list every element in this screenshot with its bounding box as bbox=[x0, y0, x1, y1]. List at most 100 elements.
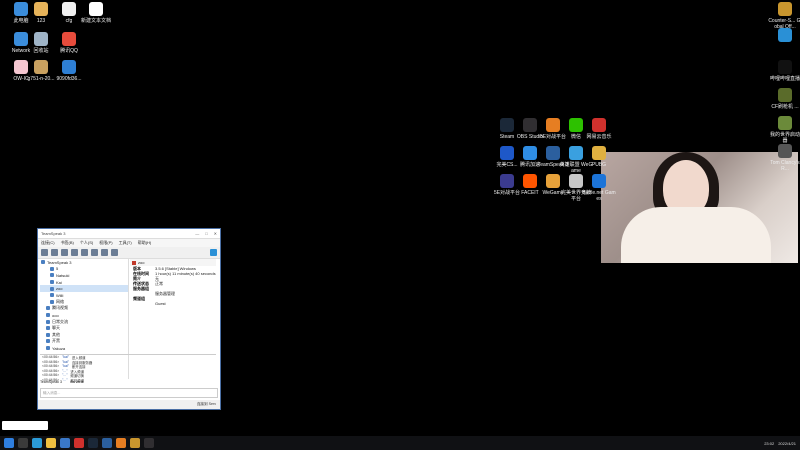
desktop-grid-icon-3-icon bbox=[569, 118, 583, 132]
desktop-grid-icon-1-icon bbox=[523, 118, 537, 132]
desktop-right-icon-3-label: CF刷枪机 ... bbox=[771, 104, 799, 110]
channel-item[interactable]: Natsuki bbox=[40, 272, 128, 279]
connect-icon[interactable] bbox=[41, 249, 48, 256]
channel-item[interactable]: Yakuza bbox=[40, 345, 128, 352]
desktop-grid-icon-4-label: 网易云音乐 bbox=[586, 134, 612, 140]
menu-item-1[interactable]: 书签(B) bbox=[61, 240, 74, 246]
channel-icon bbox=[46, 326, 50, 331]
info-key bbox=[133, 301, 151, 306]
channel-item[interactable]: zoo bbox=[40, 285, 128, 292]
channel-icon bbox=[50, 293, 54, 298]
desktop-icon-3[interactable]: 新建文本文档 bbox=[79, 2, 113, 24]
desktop-grid-icon-7-icon bbox=[546, 146, 560, 160]
speaker-icon[interactable] bbox=[91, 249, 98, 256]
desktop-icon-2-icon bbox=[62, 2, 76, 16]
desktop-right-icon-3[interactable]: CF刷枪机 ... bbox=[768, 88, 800, 110]
csgo-icon[interactable] bbox=[130, 438, 140, 448]
desktop-icon-9-label: 9090fd36... bbox=[56, 76, 82, 82]
channel-item[interactable]: Willi bbox=[40, 292, 128, 299]
edge-icon[interactable] bbox=[32, 438, 42, 448]
store-icon[interactable] bbox=[60, 438, 70, 448]
desktop-icon-9[interactable]: 9090fd36... bbox=[52, 60, 86, 82]
desktop-grid-icon-14-icon bbox=[592, 174, 606, 188]
channel-icon bbox=[46, 339, 50, 344]
start-icon[interactable] bbox=[4, 438, 14, 448]
desktop-icon-6-label: 腾讯QQ bbox=[60, 48, 78, 54]
info-value: 1 hour(s) 11 minute(s) 40 seconds bbox=[155, 271, 216, 276]
channel-label: 日常交流 bbox=[52, 318, 68, 324]
tray-date: 2022/4/21 bbox=[778, 440, 796, 446]
channel-icon bbox=[46, 332, 50, 337]
menu-item-5[interactable]: 帮助(H) bbox=[138, 240, 152, 246]
maximize-icon[interactable]: □ bbox=[205, 231, 207, 236]
desktop-icon-3-icon bbox=[89, 2, 103, 16]
away-icon[interactable] bbox=[71, 249, 78, 256]
chat-log: <00:44:56> "kai" 进入频道 <00:44:56> "kai" 连接到服务器… bbox=[40, 354, 216, 383]
desktop-grid-icon-14[interactable]: Battle.net Games bbox=[582, 174, 616, 202]
desktop-icon-5-icon bbox=[34, 32, 48, 46]
obs-icon[interactable] bbox=[144, 438, 154, 448]
ts-toolbar bbox=[38, 247, 220, 259]
settings-icon[interactable] bbox=[111, 249, 118, 256]
teamspeak-icon[interactable] bbox=[102, 438, 112, 448]
webcam-body bbox=[621, 207, 771, 263]
channel-item[interactable]: 其他 bbox=[40, 332, 128, 339]
chat-input[interactable]: 输入消息... bbox=[40, 388, 218, 398]
channel-item[interactable]: Kai bbox=[40, 279, 128, 286]
desktop-right-icon-4[interactable]: 我的世界启动器 bbox=[768, 116, 800, 144]
fivee-icon[interactable] bbox=[116, 438, 126, 448]
menu-item-0[interactable]: 连接(C) bbox=[41, 240, 55, 246]
channel-icon bbox=[50, 286, 54, 291]
search-icon[interactable] bbox=[18, 438, 28, 448]
channel-item[interactable]: 腾讯视频 bbox=[40, 305, 128, 312]
desktop-right-icon-0[interactable]: Counter-S... Global Off... bbox=[768, 2, 800, 30]
flag-icon bbox=[132, 260, 136, 265]
info-header: zoo bbox=[130, 259, 216, 266]
desktop-grid-icon-4[interactable]: 网易云音乐 bbox=[582, 118, 616, 140]
ts-menubar: 连接(C) 书签(B) 个人(S) 权限(P) 工具(T) 帮助(H) bbox=[38, 239, 220, 247]
desktop-right-icon-3-icon bbox=[778, 88, 792, 102]
system-tray: 23:02 2022/4/21 bbox=[764, 441, 800, 446]
desktop-grid-icon-10-icon bbox=[500, 174, 514, 188]
chat-tab-0[interactable]: TeamSpeak 3 bbox=[40, 380, 62, 387]
info-value: 服务器管理 bbox=[155, 291, 175, 296]
ts-title: TeamSpeak 3 bbox=[41, 231, 66, 236]
desktop-right-icon-1[interactable] bbox=[768, 28, 800, 44]
ts-titlebar[interactable]: TeamSpeak 3 — □ ✕ bbox=[38, 229, 220, 239]
channel-item[interactable]: 日常交流 bbox=[40, 318, 128, 325]
channel-label: 聊天 bbox=[52, 325, 60, 331]
close-icon[interactable]: ✕ bbox=[214, 231, 217, 236]
channel-label: 开黑 bbox=[52, 338, 60, 344]
microphone-icon[interactable] bbox=[81, 249, 88, 256]
desktop-right-icon-2[interactable]: 哔哩哔哩直播 bbox=[768, 60, 800, 82]
menu-item-3[interactable]: 权限(P) bbox=[99, 240, 112, 246]
info-line: Guest bbox=[130, 301, 216, 306]
channel-icon bbox=[46, 319, 50, 324]
desktop-right-icon-4-icon bbox=[778, 116, 792, 130]
notification-toast[interactable] bbox=[2, 421, 48, 430]
chat-tab-1[interactable]: Serverfe bbox=[70, 380, 84, 387]
steam-icon[interactable] bbox=[88, 438, 98, 448]
explorer-icon[interactable] bbox=[46, 438, 56, 448]
desktop-right-icon-5[interactable]: Tom Clancy's R... bbox=[768, 144, 800, 172]
volume-icon[interactable] bbox=[210, 249, 217, 256]
subscribe-icon[interactable] bbox=[101, 249, 108, 256]
disconnect-icon[interactable] bbox=[51, 249, 58, 256]
minimize-icon[interactable]: — bbox=[195, 231, 199, 236]
desktop-icon-9-icon bbox=[62, 60, 76, 74]
channel-item[interactable]: ooo bbox=[40, 312, 128, 319]
channel-item[interactable]: 开黑 bbox=[40, 338, 128, 345]
bookmark-icon[interactable] bbox=[61, 249, 68, 256]
desktop-icon-6[interactable]: 腾讯QQ bbox=[52, 32, 86, 54]
channel-label: ooo bbox=[52, 312, 59, 318]
teamspeak-window[interactable]: TeamSpeak 3 — □ ✕ 连接(C) 书签(B) 个人(S) 权限(P) 工具… bbox=[37, 228, 221, 410]
music-icon[interactable] bbox=[74, 438, 84, 448]
channel-icon bbox=[41, 260, 45, 265]
channel-item[interactable]: TeamSpeak 3 bbox=[40, 259, 128, 266]
desktop-grid-icon-9[interactable]: PUBG bbox=[582, 146, 616, 168]
menu-item-4[interactable]: 工具(T) bbox=[119, 240, 132, 246]
menu-item-2[interactable]: 个人(S) bbox=[80, 240, 93, 246]
channel-item[interactable]: 5 bbox=[40, 266, 128, 273]
channel-icon bbox=[50, 299, 54, 304]
channel-item[interactable]: 聊天 bbox=[40, 325, 128, 332]
